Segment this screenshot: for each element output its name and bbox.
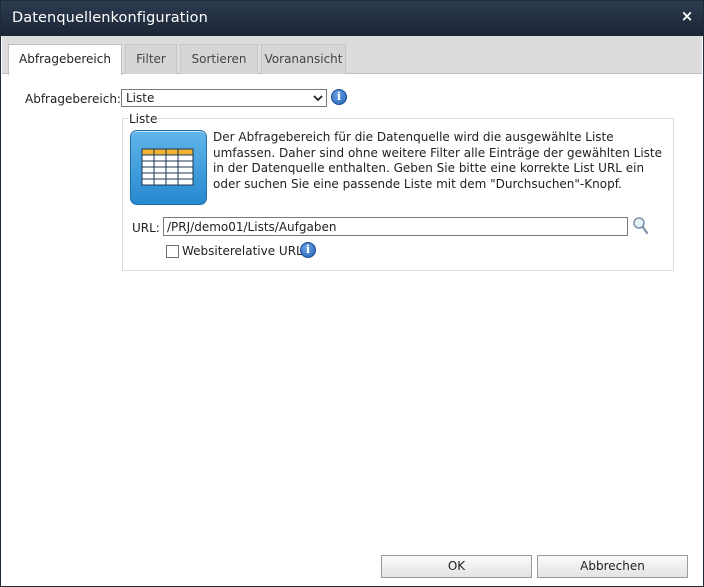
scope-selected-value: Liste xyxy=(126,91,155,105)
list-table-icon xyxy=(130,130,207,205)
ok-button[interactable]: OK xyxy=(381,555,532,578)
tab-sortieren[interactable]: Sortieren xyxy=(180,44,258,74)
scope-label: Abfragebereich: xyxy=(25,92,121,106)
dialog-window: Datenquellenkonfiguration × Abfrageberei… xyxy=(0,0,704,587)
search-icon[interactable] xyxy=(632,216,650,236)
tab-strip: Abfragebereich Filter Sortieren Voranans… xyxy=(2,36,702,75)
url-input[interactable] xyxy=(163,217,628,236)
info-icon[interactable]: i xyxy=(300,242,316,258)
url-label: URL: xyxy=(132,221,160,235)
title-bar[interactable]: Datenquellenkonfiguration × xyxy=(1,1,703,36)
close-icon[interactable]: × xyxy=(678,7,696,25)
info-icon[interactable]: i xyxy=(331,89,347,105)
cancel-button[interactable]: Abbrechen xyxy=(537,555,688,578)
tab-filter[interactable]: Filter xyxy=(125,44,177,74)
tab-abfragebereich[interactable]: Abfragebereich xyxy=(8,44,122,75)
group-title: Liste xyxy=(128,112,159,126)
site-relative-checkbox[interactable] xyxy=(166,245,179,258)
dialog-title: Datenquellenkonfiguration xyxy=(12,10,208,26)
scope-description: Der Abfragebereich für die Datenquelle w… xyxy=(213,130,662,191)
site-relative-label: Websiterelative URL xyxy=(182,244,303,258)
scope-select[interactable]: Liste xyxy=(121,89,327,107)
chevron-down-icon xyxy=(313,95,323,102)
tab-voransicht[interactable]: Voranansicht xyxy=(261,44,346,74)
